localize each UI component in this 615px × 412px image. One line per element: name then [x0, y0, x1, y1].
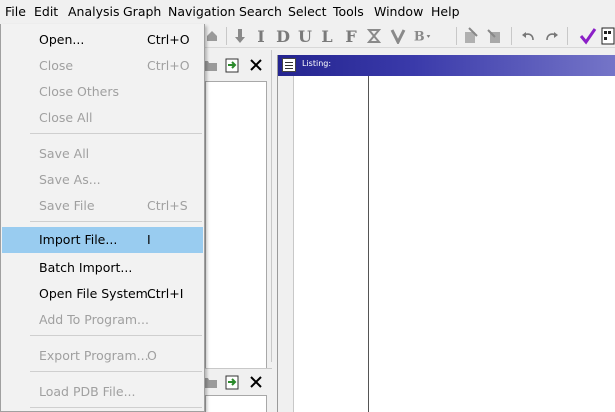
toolbar-d-icon[interactable]: D: [275, 25, 291, 47]
menu-file[interactable]: File: [5, 4, 26, 19]
toolbar: I D U L F B: [195, 24, 615, 48]
listing-icon: [282, 58, 296, 72]
file-menu-dropdown: Open... Ctrl+O Close Ctrl+O Close Others…: [0, 24, 205, 412]
menu-separator: [30, 133, 202, 134]
menu-item-open[interactable]: Open... Ctrl+O: [2, 27, 203, 53]
menu-edit[interactable]: Edit: [34, 4, 58, 19]
listing-titlebar[interactable]: Listing:: [278, 55, 615, 76]
checkmark-icon[interactable]: [578, 25, 598, 47]
menu-search[interactable]: Search: [239, 4, 282, 19]
menu-separator: [30, 335, 202, 336]
redo-icon[interactable]: [543, 25, 561, 47]
menu-item-import-file[interactable]: Import File... I: [2, 227, 203, 253]
program-tree-view[interactable]: [205, 81, 267, 383]
close-icon[interactable]: [246, 372, 266, 392]
menu-item-batch-import[interactable]: Batch Import...: [2, 255, 203, 281]
toolbar-f-icon[interactable]: F: [343, 25, 359, 47]
toolbar-clear-icon[interactable]: [365, 25, 383, 47]
listing-title: Listing:: [302, 59, 332, 68]
toolbar-l-icon[interactable]: L: [319, 25, 335, 47]
symbol-tree-view[interactable]: [205, 395, 267, 412]
menu-item-add-to-program[interactable]: Add To Program...: [2, 307, 203, 333]
toolbar-b-dropdown-icon[interactable]: B: [413, 25, 433, 47]
menu-separator: [30, 407, 202, 408]
menu-tools[interactable]: Tools: [333, 4, 364, 19]
menu-help[interactable]: Help: [431, 4, 460, 19]
menu-select[interactable]: Select: [288, 4, 327, 19]
menu-navigation[interactable]: Navigation: [168, 4, 235, 19]
close-icon[interactable]: [246, 55, 266, 75]
menu-item-close-all[interactable]: Close All: [2, 105, 203, 131]
menu-window[interactable]: Window: [374, 4, 423, 19]
menu-separator: [30, 371, 202, 372]
menu-item-save-all[interactable]: Save All: [2, 141, 203, 167]
menu-item-open-file-system[interactable]: Open File System... Ctrl+I: [2, 281, 203, 307]
menu-bar: File Edit Analysis Graph Navigation Sear…: [0, 0, 615, 24]
toolbar-grid-icon[interactable]: [601, 25, 615, 47]
menu-item-save-as[interactable]: Save As...: [2, 167, 203, 193]
menu-analysis[interactable]: Analysis: [68, 4, 120, 19]
menu-item-load-pdb-file[interactable]: Load PDB File...: [2, 379, 203, 405]
arrow-down-icon[interactable]: [231, 25, 249, 47]
listing-margin: [278, 76, 294, 412]
menu-item-export-program[interactable]: Export Program... O: [2, 343, 203, 369]
toolbar-split-icon[interactable]: [485, 25, 505, 47]
toolbar-u-icon[interactable]: U: [297, 25, 313, 47]
undo-icon[interactable]: [519, 25, 537, 47]
listing-window: Listing:: [277, 55, 615, 412]
export-icon[interactable]: [222, 55, 242, 75]
toolbar-v-icon[interactable]: [389, 25, 407, 47]
toolbar-i-icon[interactable]: I: [253, 25, 269, 47]
toolbar-merge-icon[interactable]: [461, 25, 481, 47]
menu-item-close-others[interactable]: Close Others: [2, 79, 203, 105]
listing-divider[interactable]: [368, 76, 369, 412]
menu-separator: [30, 221, 202, 222]
export-icon[interactable]: [222, 372, 242, 392]
menu-item-save-file[interactable]: Save File Ctrl+S: [2, 193, 203, 219]
menu-graph[interactable]: Graph: [123, 4, 161, 19]
menu-item-close[interactable]: Close Ctrl+O: [2, 53, 203, 79]
svg-text:B: B: [414, 29, 425, 44]
toolbar-home-icon[interactable]: [203, 25, 221, 47]
